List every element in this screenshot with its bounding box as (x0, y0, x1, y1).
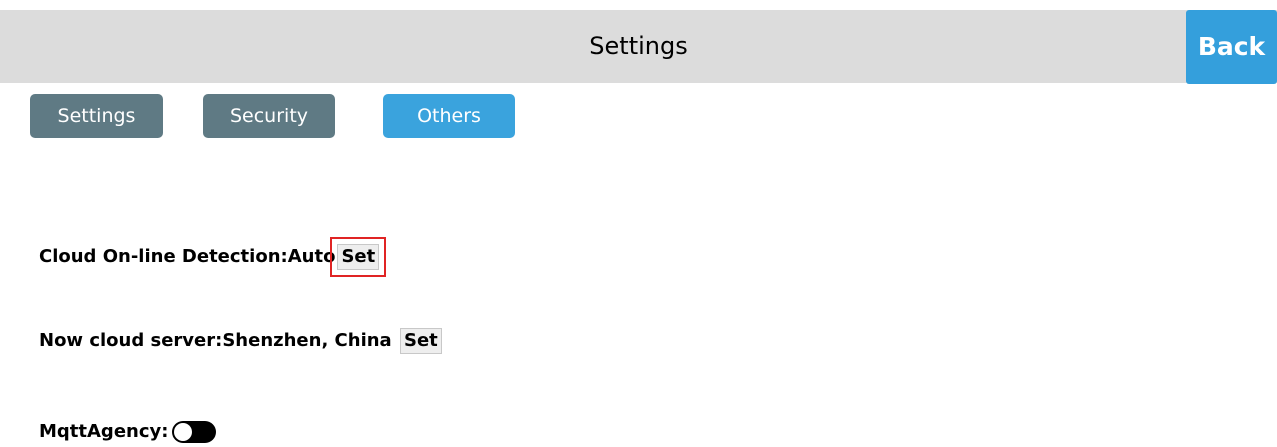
toggle-knob (174, 423, 193, 441)
back-button[interactable]: Back (1186, 10, 1277, 84)
cloud-detection-label: Cloud On-line Detection: (39, 246, 288, 267)
cloud-server-row: Now cloud server:Shenzhen, China Set (39, 327, 442, 355)
cloud-server-label: Now cloud server: (39, 330, 223, 351)
mqtt-agency-label: MqttAgency: (39, 421, 169, 442)
page-title: Settings (589, 32, 688, 60)
header-bar: Settings (0, 10, 1277, 83)
cloud-detection-value: Auto (287, 246, 336, 267)
tab-others[interactable]: Others (383, 94, 515, 138)
tab-security[interactable]: Security (203, 94, 335, 138)
cloud-detection-row: Cloud On-line Detection:Auto Set (39, 237, 387, 277)
tab-settings[interactable]: Settings (30, 94, 163, 138)
cloud-server-value: Shenzhen, China (222, 330, 392, 351)
mqtt-agency-row: MqttAgency: (39, 418, 217, 446)
cloud-server-set-button[interactable]: Set (399, 328, 442, 354)
cloud-detection-set-button[interactable]: Set (330, 237, 387, 277)
mqtt-agency-toggle[interactable] (172, 421, 217, 443)
